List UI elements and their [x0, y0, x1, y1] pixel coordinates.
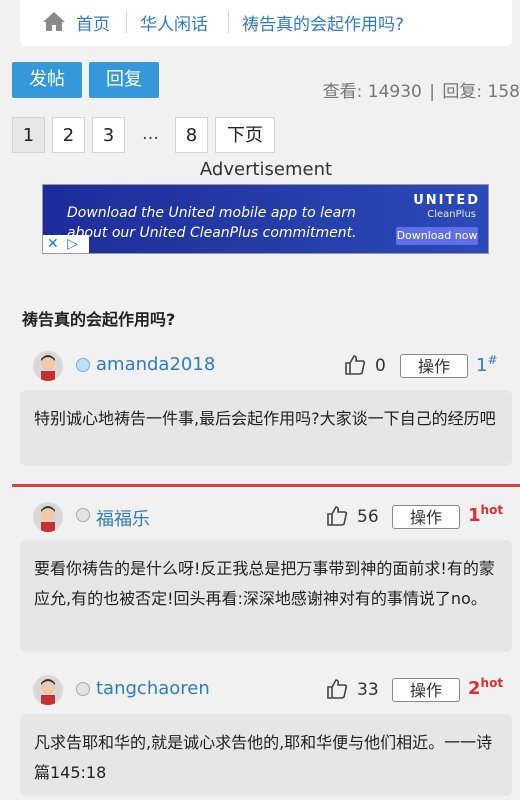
adchoices-icon[interactable]: ▷ — [67, 236, 78, 252]
floor-number: 2hot — [468, 676, 503, 699]
post-actions-button[interactable]: 操作 — [400, 354, 468, 378]
breadcrumb-thread-link[interactable]: 祷告真的会起作用吗? — [242, 10, 404, 35]
avatar[interactable] — [33, 675, 63, 705]
user-avatar-icon — [33, 502, 63, 532]
replies-label: 回复: — [442, 82, 483, 102]
post-username[interactable]: 福福乐 — [96, 505, 150, 531]
home-icon[interactable] — [42, 10, 66, 32]
like-count: 0 — [375, 356, 386, 376]
new-post-button[interactable]: 发帖 — [12, 62, 82, 98]
like-count: 33 — [357, 680, 379, 700]
ad-banner[interactable]: Download the United mobile app to learn … — [42, 184, 489, 254]
thread-title: 祷告真的会起作用吗? — [22, 310, 176, 329]
divider — [12, 484, 520, 487]
ad-subbrand: CleanPlus — [427, 209, 476, 220]
breadcrumb-forum-link[interactable]: 华人闲话 — [140, 10, 208, 35]
views-count: 14930 — [367, 82, 422, 102]
close-icon[interactable]: ✕ — [47, 236, 59, 252]
floor-index: 1 — [476, 355, 488, 376]
views-label: 查看: — [322, 82, 363, 102]
post-actions-button[interactable]: 操作 — [392, 505, 460, 529]
offline-status-icon — [76, 682, 90, 696]
page-1-button[interactable]: 1 — [12, 117, 45, 153]
online-status-icon — [76, 358, 90, 372]
post-username[interactable]: tangchaoren — [96, 678, 210, 699]
offline-status-icon — [76, 508, 90, 522]
floor-number: 1# — [476, 353, 498, 376]
post-content: 凡求告耶和华的,就是诚心求告他的,耶和华便与他们相近。一一诗篇145:18 — [20, 714, 512, 796]
ad-label: Advertisement — [199, 159, 333, 180]
breadcrumb-divider — [228, 11, 229, 33]
breadcrumb-divider — [126, 11, 127, 33]
page-3-button[interactable]: 3 — [92, 117, 125, 153]
avatar[interactable] — [33, 351, 63, 381]
floor-index: 1 — [468, 505, 481, 526]
breadcrumb: 首页 华人闲话 祷告真的会起作用吗? — [20, 0, 512, 46]
user-avatar-icon — [33, 351, 63, 381]
user-avatar-icon — [33, 675, 63, 705]
avatar[interactable] — [33, 502, 63, 532]
ad-brand: UNITED — [413, 193, 480, 208]
next-page-button[interactable]: 下页 — [215, 117, 275, 153]
thumbs-up-icon[interactable] — [344, 354, 366, 376]
floor-suffix: hot — [480, 676, 504, 690]
post-content: 要看你祷告的是什么呀!反正我总是把万事带到神的面前求!有的蒙应允,有的也被否定!… — [20, 540, 512, 652]
stats-separator: | — [429, 82, 435, 102]
breadcrumb-home-link[interactable]: 首页 — [76, 10, 110, 35]
post-content: 特别诚心地祷告一件事,最后会起作用吗?大家谈一下自己的经历吧 — [20, 390, 512, 466]
page-2-button[interactable]: 2 — [52, 117, 85, 153]
thumbs-up-icon[interactable] — [326, 678, 348, 700]
floor-number: 1hot — [468, 503, 503, 526]
ad-close-controls[interactable]: ✕ ▷ — [43, 235, 89, 253]
thumbs-up-icon[interactable] — [326, 505, 348, 527]
post-username[interactable]: amanda2018 — [96, 354, 215, 375]
floor-suffix: # — [487, 353, 498, 367]
pagination-ellipsis: … — [142, 124, 159, 144]
floor-index: 2 — [468, 678, 481, 699]
floor-suffix: hot — [480, 503, 504, 517]
post-actions-button[interactable]: 操作 — [392, 678, 460, 702]
ad-headline: Download the United mobile app to learn … — [67, 205, 357, 241]
ad-download-button[interactable]: Download now — [396, 227, 478, 245]
like-count: 56 — [357, 507, 379, 527]
thread-stats: 查看: 14930 | 回复: 158 — [323, 77, 520, 102]
page-8-button[interactable]: 8 — [175, 117, 208, 153]
reply-button[interactable]: 回复 — [89, 62, 159, 98]
replies-count: 158 — [487, 82, 520, 102]
